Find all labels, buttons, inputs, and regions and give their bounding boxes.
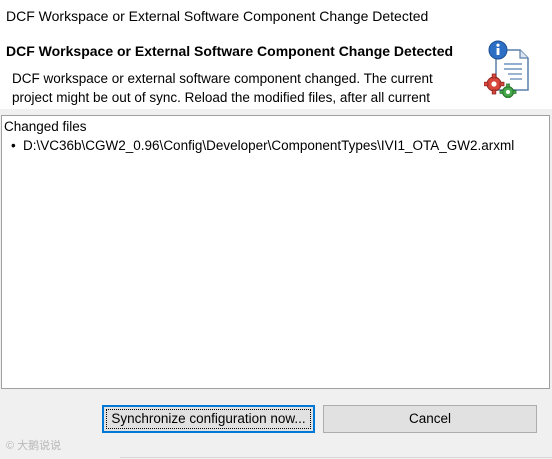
cancel-button-label: Cancel [408, 411, 452, 426]
watermark: © 大鹅说说 [6, 440, 62, 452]
dialog-body: Changed files • D:\VC36b\CGW2_0.96\Config… [0, 109, 552, 459]
bottom-divider [120, 457, 552, 458]
description-line-2: project might be out of sync. Reload the… [12, 90, 430, 105]
bullet-icon: • [11, 138, 16, 153]
dialog-heading: DCF Workspace or External Software Compo… [6, 43, 454, 59]
change-detected-dialog: DCF Workspace or External Software Compo… [0, 0, 552, 459]
changed-file-path: D:\VC36b\CGW2_0.96\Config\Developer\Comp… [23, 138, 515, 153]
changed-files-list[interactable]: Changed files • D:\VC36b\CGW2_0.96\Config… [1, 115, 550, 389]
synchronize-button[interactable]: Synchronize configuration now... [102, 405, 315, 433]
cancel-button[interactable]: Cancel [323, 405, 537, 433]
title-bar: DCF Workspace or External Software Compo… [0, 0, 552, 33]
focus-rectangle [106, 409, 311, 429]
document-gear-info-icon [484, 40, 529, 98]
dialog-description: DCF workspace or external software compo… [12, 69, 482, 107]
dialog-header: DCF Workspace or External Software Compo… [0, 33, 552, 109]
list-item[interactable]: • D:\VC36b\CGW2_0.96\Config\Developer\Com… [11, 138, 514, 153]
description-line-1: DCF workspace or external software compo… [12, 71, 433, 86]
window-title: DCF Workspace or External Software Compo… [6, 8, 429, 24]
changed-files-title: Changed files [4, 119, 87, 134]
